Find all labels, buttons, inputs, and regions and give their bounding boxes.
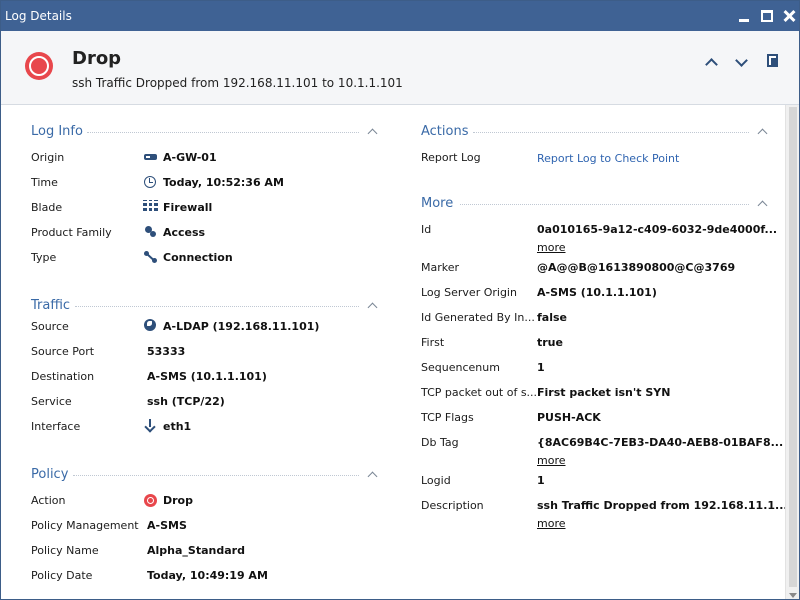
more-link-id[interactable]: more (537, 241, 566, 254)
field-value-sequencenum: 1 (537, 361, 545, 374)
field-label: Type (31, 251, 57, 264)
field-label: Product Family (31, 226, 112, 239)
log-title: Drop (72, 48, 122, 69)
more-link-description[interactable]: more (537, 517, 566, 530)
section-divider (75, 306, 359, 307)
collapse-more-icon[interactable] (757, 199, 767, 207)
field-label: Policy Date (31, 569, 93, 582)
log-details-window: Log Details Drop ssh Traffic Dropped fro… (0, 0, 800, 600)
scrollbar-thumb[interactable] (789, 107, 797, 587)
field-value-policy-management: A-SMS (147, 519, 187, 532)
field-value-blade: Firewall (163, 201, 213, 214)
field-label: Db Tag (421, 436, 459, 449)
field-label: Source (31, 320, 69, 333)
field-label: Source Port (31, 345, 95, 358)
field-label: Service (31, 395, 72, 408)
collapse-policy-icon[interactable] (367, 470, 377, 478)
gateway-icon (144, 150, 158, 164)
title-bar[interactable]: Log Details (1, 1, 799, 31)
field-label: Report Log (421, 151, 481, 164)
report-log-link[interactable]: Report Log to Check Point (537, 152, 679, 165)
section-title-traffic: Traffic (31, 298, 71, 313)
section-title-more: More (421, 196, 454, 211)
field-value-id: 0a010165-9a12-c409-6032-9de4000f... (537, 223, 778, 236)
access-icon (144, 224, 158, 238)
drop-icon (144, 494, 157, 507)
field-value-action: Drop (163, 494, 193, 507)
field-label: Sequencenum (421, 361, 500, 374)
field-value-policy-name: Alpha_Standard (147, 544, 245, 557)
field-label: Log Server Origin (421, 286, 517, 299)
inbound-arrow-icon (144, 419, 158, 433)
field-label: Description (421, 499, 484, 512)
field-value-type: Connection (163, 251, 233, 264)
field-label: TCP Flags (421, 411, 474, 424)
field-value-service: ssh (TCP/22) (147, 395, 225, 408)
section-title-actions: Actions (421, 124, 469, 139)
field-value-log-server-origin: A-SMS (10.1.1.101) (537, 286, 657, 299)
section-divider (87, 132, 359, 133)
field-label: Policy Name (31, 544, 99, 557)
more-link-db-tag[interactable]: more (537, 454, 566, 467)
section-divider (73, 475, 359, 476)
drop-icon (25, 52, 53, 80)
field-value-first: true (537, 336, 563, 349)
maximize-icon[interactable] (758, 7, 776, 25)
section-title-log-info: Log Info (31, 124, 83, 139)
field-value-product-family: Access (163, 226, 206, 239)
field-label: Policy Management (31, 519, 139, 532)
collapse-traffic-icon[interactable] (367, 301, 377, 309)
field-label: Blade (31, 201, 63, 214)
section-divider (460, 204, 749, 205)
field-value-source-port: 53333 (147, 345, 186, 358)
section-title-policy: Policy (31, 467, 69, 482)
field-label: Id (421, 223, 432, 236)
clock-icon (144, 176, 156, 188)
field-label: Interface (31, 420, 81, 433)
field-value-origin: A-GW-01 (163, 151, 217, 164)
field-value-time: Today, 10:52:36 AM (163, 176, 284, 189)
connection-icon (144, 250, 158, 264)
firewall-icon (143, 200, 158, 211)
minimize-icon[interactable] (736, 7, 754, 25)
scroll-down-icon[interactable] (789, 593, 797, 598)
field-value-marker: @A@@B@1613890800@C@3769 (537, 261, 736, 274)
field-value-destination: A-SMS (10.1.1.101) (147, 370, 267, 383)
section-divider (473, 132, 749, 133)
field-label: Destination (31, 370, 95, 383)
field-value-db-tag: {8AC69B4C-7EB3-DA40-AEB8-01BAF8... (537, 436, 784, 449)
collapse-actions-icon[interactable] (757, 127, 767, 135)
field-value-source: A-LDAP (192.168.11.101) (163, 320, 320, 333)
previous-log-icon[interactable] (704, 55, 720, 69)
field-label: First (421, 336, 445, 349)
close-icon[interactable] (780, 7, 798, 25)
vertical-scrollbar[interactable] (785, 105, 799, 599)
field-label: Id Generated By In... (421, 311, 535, 324)
next-log-icon[interactable] (734, 55, 750, 69)
field-value-interface: eth1 (163, 420, 192, 433)
globe-icon (144, 319, 156, 331)
copy-icon[interactable] (765, 53, 781, 67)
log-subtitle: ssh Traffic Dropped from 192.168.11.101 … (72, 76, 403, 90)
field-value-description: ssh Traffic Dropped from 192.168.11.1... (537, 499, 788, 512)
log-header: Drop ssh Traffic Dropped from 192.168.11… (1, 31, 799, 105)
field-label: Origin (31, 151, 65, 164)
field-value-id-generated-by: false (537, 311, 567, 324)
field-value-policy-date: Today, 10:49:19 AM (147, 569, 268, 582)
window-title: Log Details (5, 9, 72, 23)
field-label: Logid (421, 474, 451, 487)
field-value-logid: 1 (537, 474, 545, 487)
field-label: Action (31, 494, 66, 507)
field-label: TCP packet out of s... (421, 386, 538, 399)
field-value-tcp-packet-out-of-state: First packet isn't SYN (537, 386, 671, 399)
field-label: Time (31, 176, 58, 189)
collapse-log-info-icon[interactable] (367, 127, 377, 135)
field-label: Marker (421, 261, 460, 274)
field-value-tcp-flags: PUSH-ACK (537, 411, 601, 424)
